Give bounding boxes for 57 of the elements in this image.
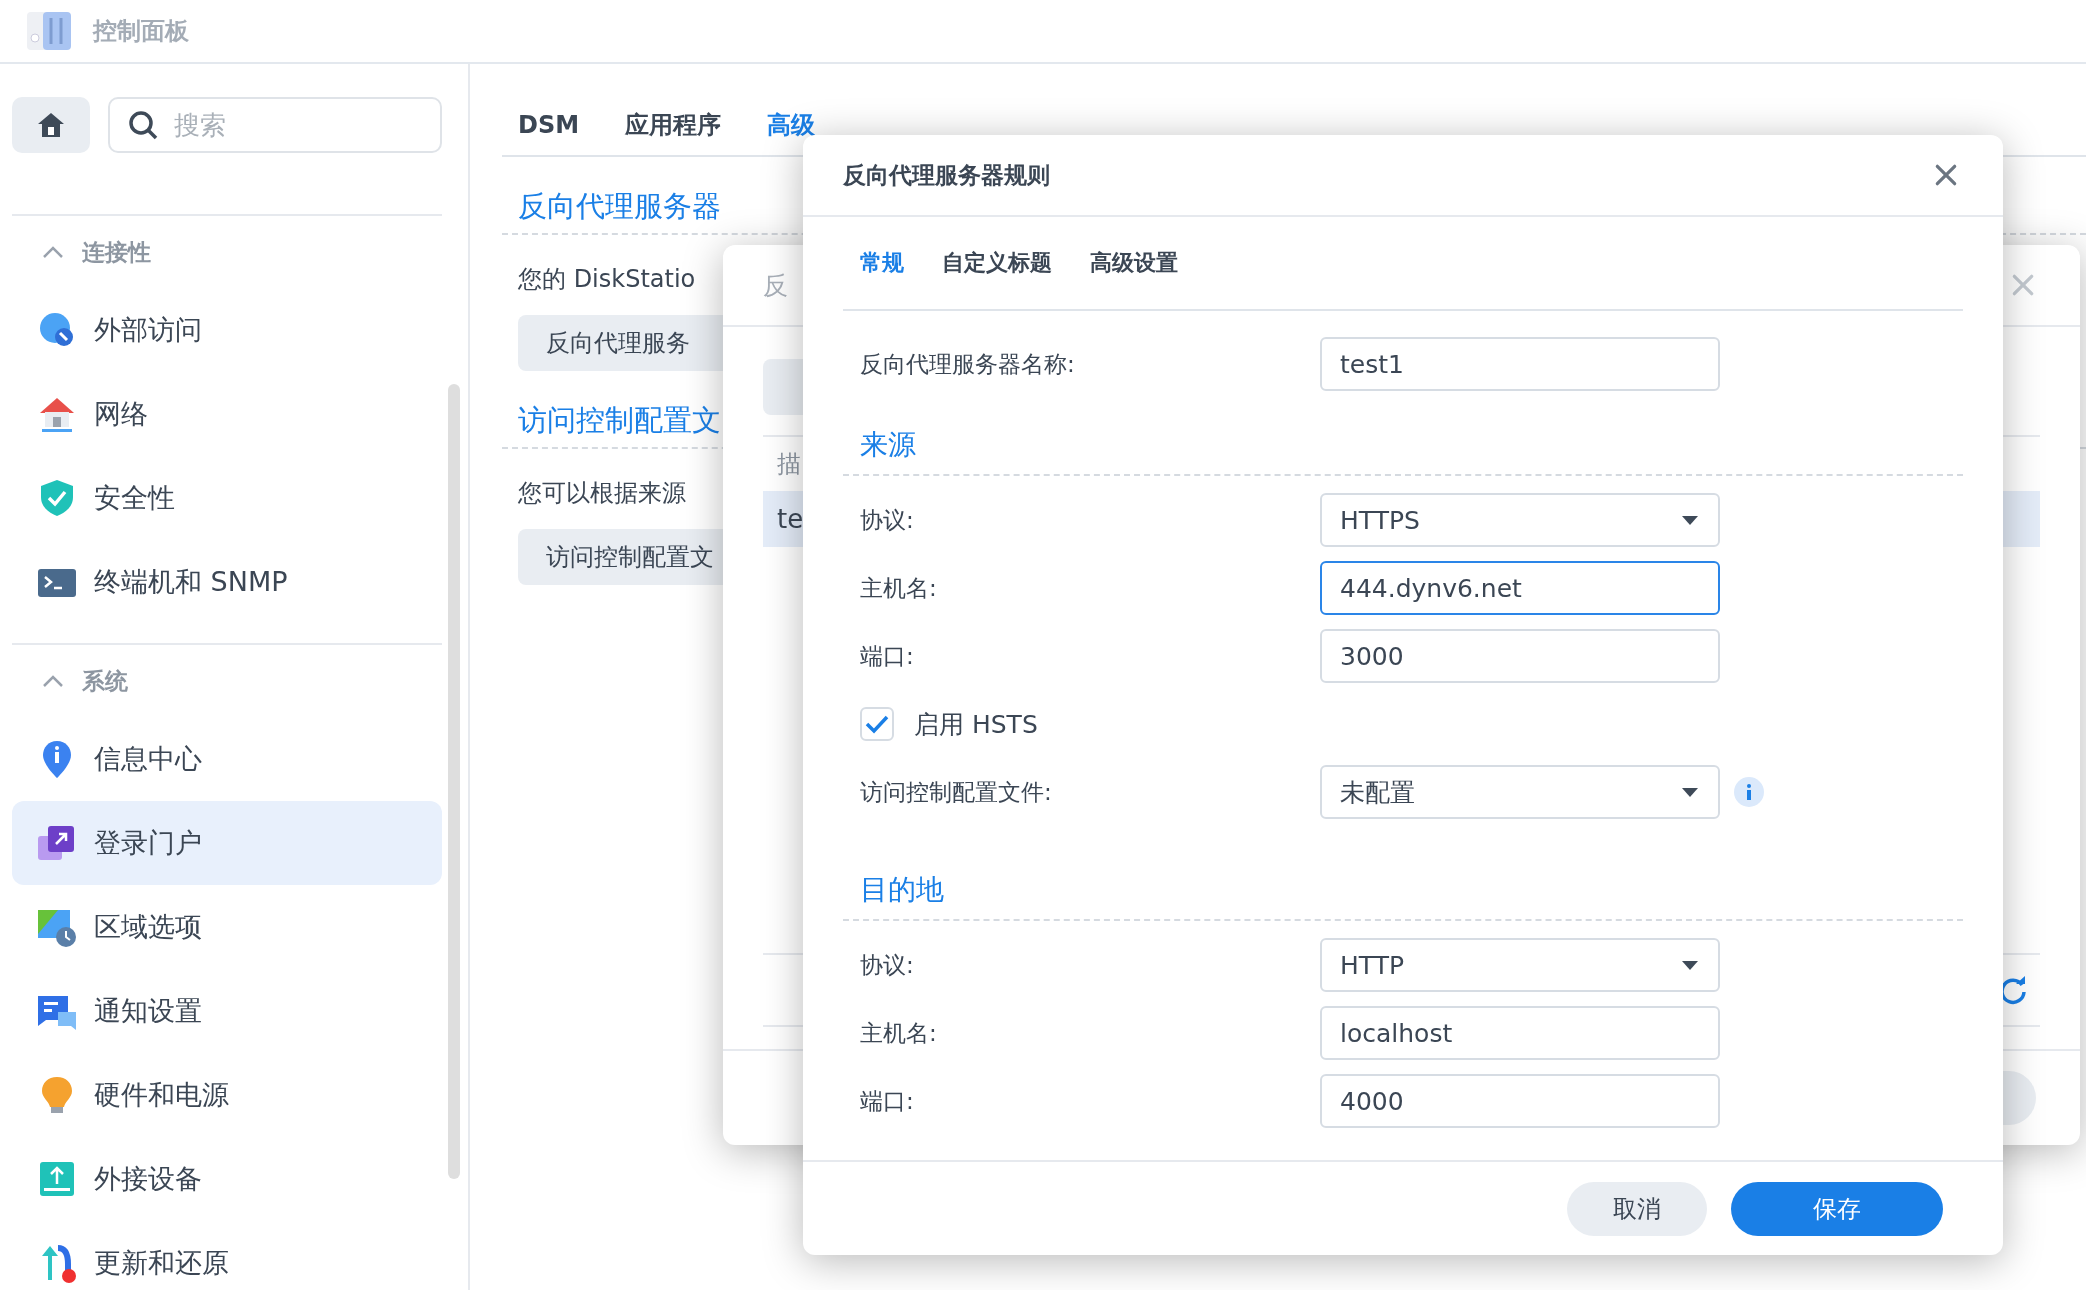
home-icon (37, 112, 65, 138)
cancel-button[interactable]: 取消 (1567, 1181, 1707, 1236)
sidebar-item[interactable]: 网络 (12, 372, 442, 456)
tab[interactable]: 高级设置 (1090, 248, 1178, 278)
section-heading: 目的地 (843, 826, 1963, 921)
dropdown-field[interactable]: HTTP (1320, 938, 1720, 992)
text-field[interactable]: 3000 (1320, 629, 1720, 683)
field-label: 访问控制配置文件: (860, 777, 1053, 807)
app-icon (25, 10, 73, 52)
sidebar-item[interactable]: 更新和还原 (12, 1221, 442, 1290)
scrollbar[interactable] (448, 384, 460, 1179)
sidebar-item[interactable]: 信息中心 (12, 717, 442, 801)
sidebar-item[interactable]: 硬件和电源 (12, 1053, 442, 1137)
field-label: 端口: (860, 641, 915, 671)
text-field[interactable]: 4000 (1320, 1074, 1720, 1128)
close-icon (2010, 272, 2036, 298)
app-title: 控制面板 (93, 16, 189, 47)
text-field[interactable]: test1 (1320, 337, 1720, 391)
sidebar-item[interactable]: 外部访问 (12, 288, 442, 372)
field-label: 主机名: (860, 1018, 938, 1048)
tab[interactable]: 常规 (860, 248, 904, 278)
sidebar-item[interactable]: 区域选项 (12, 885, 442, 969)
search-icon (128, 110, 158, 140)
dropdown-arrow-icon (1682, 960, 1698, 970)
chevron-up-icon (42, 674, 64, 688)
sidebar-item[interactable]: 安全性 (12, 456, 442, 540)
checkmark-icon (865, 714, 889, 734)
dropdown-field[interactable]: HTTPS (1320, 493, 1720, 547)
description-text: 您可以根据来源 (518, 478, 686, 509)
close-icon (1933, 162, 1959, 188)
save-button[interactable]: 保存 (1731, 1181, 1943, 1236)
dropdown-field[interactable]: 未配置 (1320, 765, 1720, 819)
info-icon (1746, 784, 1752, 800)
search-field[interactable]: 搜索 (108, 97, 442, 153)
tab[interactable]: 高级 (767, 109, 816, 141)
description-text: 您的 DiskStatio (518, 264, 696, 295)
dropdown-arrow-icon (1682, 787, 1698, 797)
tab[interactable]: 自定义标题 (942, 248, 1052, 278)
text-field[interactable]: 444.dynv6.net (1320, 561, 1720, 615)
dialog-title: 反向代理服务器规则 (843, 160, 1050, 190)
info-button[interactable] (1734, 777, 1764, 807)
tab[interactable]: DSM (518, 111, 580, 139)
home-button[interactable] (12, 97, 90, 153)
tab[interactable]: 应用程序 (625, 109, 722, 141)
dialog-title: 反 (763, 269, 788, 302)
chevron-up-icon (42, 245, 64, 259)
text-field[interactable]: localhost (1320, 1006, 1720, 1060)
checkbox[interactable] (860, 707, 894, 741)
checkbox-label: 启用 HSTS (914, 708, 1038, 741)
section-heading: 来源 (843, 398, 1963, 476)
field-label: 端口: (860, 1086, 915, 1116)
dropdown-arrow-icon (1682, 515, 1698, 525)
sidebar-item[interactable]: 通知设置 (12, 969, 442, 1053)
field-label: 协议: (860, 950, 915, 980)
sidebar-item[interactable]: 终端机和 SNMP (12, 540, 442, 624)
sidebar-item[interactable]: 登录门户 (12, 801, 442, 885)
sidebar-item[interactable]: 外接设备 (12, 1137, 442, 1221)
